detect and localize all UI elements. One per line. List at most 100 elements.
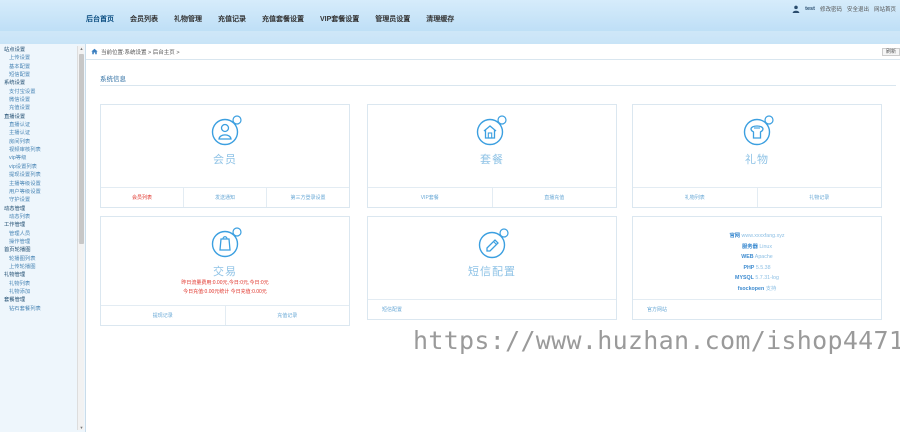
sidebar-item[interactable]: 守护设置 [0, 196, 85, 204]
live-recharge-link[interactable]: 直播充值 [491, 188, 617, 207]
official-site-link[interactable]: 官方网站 [633, 300, 881, 319]
package-card: 套餐 VIP套餐 直播充值 [367, 104, 617, 208]
system-info-value: 5.5.38 [755, 264, 771, 271]
sidebar-item[interactable]: 充值设置 [0, 104, 85, 112]
scroll-down-icon[interactable]: ▼ [79, 425, 84, 430]
sms-card-title: 短信配置 [468, 266, 516, 278]
sidebar: 站点设置 上传设置 基本配置 短信配置 系统设置 支付宝设置 微信设置 充值设置 直播设置 直播认… [0, 44, 86, 432]
sidebar-menu: 站点设置 上传设置 基本配置 短信配置 系统设置 支付宝设置 微信设置 充值设置 直播设置 直播认… [0, 44, 85, 313]
change-password-link[interactable]: 修改密码 [820, 5, 842, 13]
sidebar-item[interactable]: 基本配置 [0, 63, 85, 71]
sms-icon [478, 228, 509, 259]
refresh-button[interactable]: 刷新 [881, 48, 900, 56]
nav-gift-manage[interactable]: 礼物管理 [166, 12, 210, 28]
sidebar-item[interactable]: 用户等级设置 [0, 188, 85, 196]
gift-records-link[interactable]: 礼物记录 [756, 188, 882, 207]
sidebar-item[interactable]: 操作管理 [0, 238, 85, 246]
nav-home[interactable]: 后台首页 [78, 12, 122, 28]
system-info-list: 官网 www.xxxxfang.xyz 服务器 Linux WEB Apache PH… [633, 231, 881, 294]
trade-card-title: 交易 [213, 266, 237, 278]
vip-package-link[interactable]: VIP套餐 [368, 188, 492, 207]
third-party-login-link[interactable]: 第三方登录设置 [266, 188, 349, 207]
sidebar-item[interactable]: 礼物添加 [0, 288, 85, 296]
site-home-link[interactable]: 网站首页 [874, 5, 896, 13]
system-info-footer: 官方网站 [633, 299, 881, 319]
scroll-up-icon[interactable]: ▲ [79, 46, 84, 51]
gift-card-footer: 礼物列表 礼物记录 [633, 187, 881, 207]
sidebar-group[interactable]: 礼物管理 [0, 271, 85, 279]
system-info-key: fsockopen [737, 285, 765, 292]
withdraw-records-link[interactable]: 提现记录 [101, 306, 225, 325]
sidebar-item[interactable]: 礼物列表 [0, 280, 85, 288]
sms-card: 短信配置 短信配置 [367, 216, 617, 320]
sidebar-item[interactable]: 视频审核列表 [0, 146, 85, 154]
system-info-key: 官网 [729, 233, 741, 239]
system-info-value: www.xxxxfang.xyz [741, 233, 785, 239]
username: test [805, 6, 815, 12]
system-info-key: PHP [743, 264, 755, 271]
nav-admin-settings[interactable]: 管理员设置 [367, 12, 418, 28]
breadcrumb-text: 当前位置:系统设置 > 后台主页 > [101, 49, 180, 56]
sidebar-group[interactable]: 动态管理 [0, 205, 85, 213]
sidebar-item[interactable]: 微信设置 [0, 96, 85, 104]
trade-card-footer: 提现记录 充值记录 [101, 305, 349, 325]
scrollbar-thumb[interactable] [79, 54, 84, 244]
sidebar-group[interactable]: 工作管理 [0, 221, 85, 229]
section-divider [100, 85, 896, 86]
package-card-title: 套餐 [480, 154, 504, 166]
sidebar-item[interactable]: 动态列表 [0, 213, 85, 221]
member-list-link[interactable]: 会员列表 [101, 188, 183, 207]
sidebar-scrollbar[interactable]: ▲ ▼ [77, 46, 84, 430]
nav-member-list[interactable]: 会员列表 [122, 12, 166, 28]
sidebar-item[interactable]: 管理人员 [0, 230, 85, 238]
nav-vip-package[interactable]: VIP套餐设置 [312, 12, 367, 28]
top-nav: 后台首页 会员列表 礼物管理 充值记录 充值套餐设置 VIP套餐设置 管理员设置… [78, 12, 462, 28]
logout-link[interactable]: 安全退出 [847, 5, 869, 13]
sms-card-footer: 短信配置 [368, 299, 616, 319]
recharge-records-link[interactable]: 充值记录 [224, 306, 350, 325]
system-info-value: Apache [754, 254, 773, 260]
gift-list-link[interactable]: 礼物列表 [633, 188, 757, 207]
sms-config-link[interactable]: 短信配置 [368, 300, 616, 319]
member-card-footer: 会员列表 发送通知 第三方登录设置 [101, 187, 349, 207]
home-icon [91, 48, 98, 55]
member-card-title: 会员 [213, 154, 237, 166]
user-icon [792, 5, 800, 13]
sidebar-item[interactable]: vip设置列表 [0, 163, 85, 171]
sidebar-item[interactable]: 主播认证 [0, 129, 85, 137]
sidebar-group[interactable]: 系统设置 [0, 79, 85, 87]
sidebar-group[interactable]: 首页轮播图 [0, 246, 85, 254]
send-notice-link[interactable]: 发送通知 [183, 188, 266, 207]
watermark-text: https://www.huzhan.com/ishop44711 [413, 326, 900, 355]
sidebar-group[interactable]: 套餐管理 [0, 296, 85, 304]
sidebar-item[interactable]: vip等级 [0, 154, 85, 162]
trade-stats-line-2: 今日充值:0.00元统计 今日充值:0.00元 [183, 289, 267, 295]
sidebar-item[interactable]: 钻石套餐列表 [0, 305, 85, 313]
sidebar-item[interactable]: 房间列表 [0, 138, 85, 146]
system-info-value: Linux [759, 243, 773, 250]
nav-recharge-records[interactable]: 充值记录 [210, 12, 254, 28]
sidebar-item[interactable]: 上传设置 [0, 54, 85, 62]
sidebar-group[interactable]: 站点设置 [0, 46, 85, 54]
system-info-key: MYSQL [735, 275, 754, 281]
sidebar-item[interactable]: 直播认证 [0, 121, 85, 129]
sidebar-item[interactable]: 上传轮播图 [0, 263, 85, 271]
trade-icon [211, 227, 242, 258]
package-icon [476, 115, 507, 146]
sidebar-item[interactable]: 提现设置列表 [0, 171, 85, 179]
system-info-row: WEB Apache [633, 252, 881, 263]
gift-card-title: 礼物 [745, 154, 769, 166]
sidebar-item[interactable]: 主播等级设置 [0, 180, 85, 188]
sidebar-item[interactable]: 支付宝设置 [0, 88, 85, 96]
gift-icon [743, 115, 774, 146]
sidebar-group[interactable]: 直播设置 [0, 113, 85, 121]
system-info-row: 官网 www.xxxxfang.xyz [633, 231, 881, 242]
system-info-row: PHP 5.5.38 [633, 263, 881, 274]
nav-clear-cache[interactable]: 清理缓存 [418, 12, 462, 28]
nav-recharge-package[interactable]: 充值套餐设置 [254, 12, 312, 28]
user-bar: test 修改密码 安全退出 网站首页 [792, 5, 896, 13]
sub-bar [0, 31, 900, 44]
sidebar-item[interactable]: 轮播图列表 [0, 255, 85, 263]
gift-card: 礼物 礼物列表 礼物记录 [632, 104, 882, 208]
sidebar-item[interactable]: 短信配置 [0, 71, 85, 79]
